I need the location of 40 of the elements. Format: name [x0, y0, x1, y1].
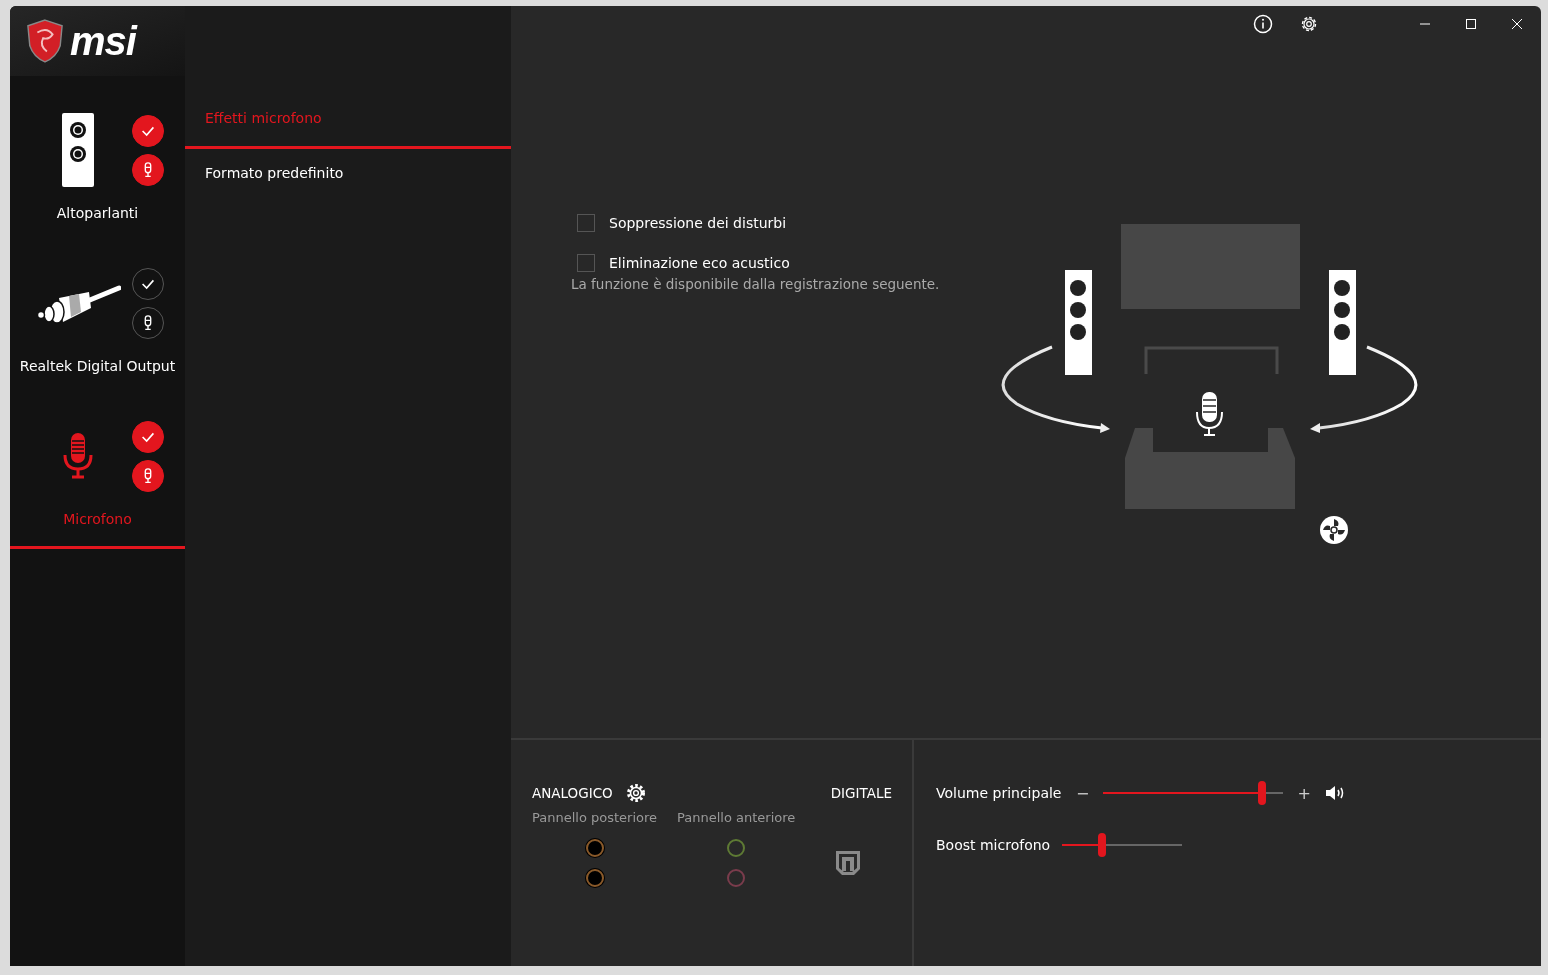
device-name: Altoparlanti: [56, 205, 139, 221]
settings-icon[interactable]: [1299, 14, 1319, 34]
decrease-button[interactable]: −: [1076, 783, 1090, 803]
digital-label: DIGITALE: [830, 785, 892, 801]
default-device-badge[interactable]: [131, 420, 164, 453]
increase-button[interactable]: +: [1297, 783, 1311, 803]
optical-port-icon: [835, 850, 862, 876]
shield-logo-icon: [26, 19, 64, 63]
panel-label: Pannello posteriore: [532, 810, 658, 825]
settings-icon[interactable]: [624, 782, 647, 804]
device-name: Realtek Digital Output: [19, 358, 176, 374]
slider-label: Boost microfono: [936, 837, 1052, 853]
maximize-icon[interactable]: [1465, 18, 1477, 30]
option-label: Eliminazione eco acustico: [609, 255, 790, 271]
option-label: Soppressione dei disturbi: [609, 215, 787, 231]
analog-label: ANALOGICO: [532, 785, 613, 801]
fan-icon: [1319, 515, 1349, 545]
speaker-icon: [61, 113, 94, 187]
panel-label: Pannello anteriore: [677, 810, 796, 825]
logo-text: msi: [70, 21, 136, 61]
checkbox[interactable]: [577, 214, 595, 232]
close-icon[interactable]: [1511, 18, 1523, 30]
info-note: La funzione è disponibile dalla registrazione seguente.: [571, 276, 941, 292]
communication-device-badge[interactable]: [131, 153, 164, 186]
device-item[interactable]: Altoparlanti: [10, 90, 185, 243]
speaker-volume-icon[interactable]: [1324, 785, 1345, 801]
communication-device-badge[interactable]: [131, 459, 164, 492]
microphone-icon: [62, 433, 93, 479]
slider-thumb[interactable]: [1097, 833, 1106, 857]
checkbox[interactable]: [577, 254, 595, 272]
tab[interactable]: Formato predefinito: [185, 149, 511, 195]
slider-thumb[interactable]: [1257, 781, 1266, 805]
audio-jack[interactable]: [585, 839, 604, 857]
info-icon[interactable]: [1253, 14, 1273, 34]
device-item[interactable]: Realtek Digital Output: [10, 243, 185, 396]
default-device-badge[interactable]: [131, 114, 164, 147]
audio-jack[interactable]: [727, 839, 746, 857]
slider-label: Volume principale: [936, 785, 1062, 801]
device-name: Microfono: [63, 511, 132, 527]
audio-jack[interactable]: [585, 869, 604, 887]
